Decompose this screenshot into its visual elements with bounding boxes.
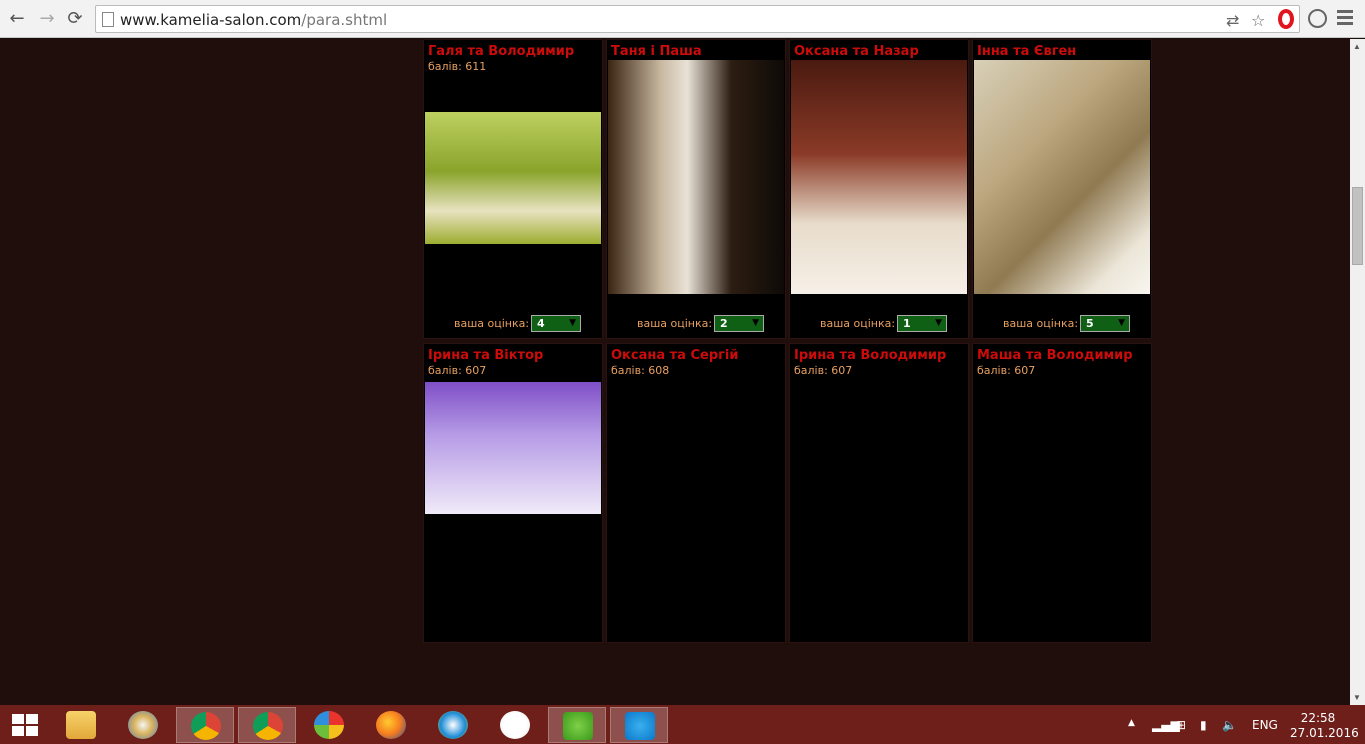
firefox-icon — [376, 711, 406, 739]
couple-card: Маша та Володимир балів: 607 — [972, 343, 1152, 643]
rating-value: 5 — [1086, 317, 1094, 330]
volume-icon[interactable]: 🔈 — [1222, 718, 1237, 732]
clock-time: 22:58 — [1300, 711, 1336, 725]
couple-name[interactable]: Таня і Паша — [611, 44, 702, 59]
bookmark-star-icon[interactable]: ☆ — [1251, 11, 1265, 30]
taskbar-app-yandex[interactable] — [486, 707, 544, 743]
rating-label: ваша оцінка: — [454, 317, 530, 330]
couple-name[interactable]: Інна та Євген — [977, 44, 1076, 59]
taskbar-app-firefox[interactable] — [362, 707, 420, 743]
reload-icon[interactable]: ⟳ — [64, 8, 86, 30]
couple-score: балів: 611 — [428, 60, 487, 73]
couple-photo[interactable] — [608, 60, 784, 294]
taskbar-app-bluestacks[interactable] — [300, 707, 358, 743]
couple-card: Галя та Володимир балів: 611 ваша оцінка: 4… — [423, 39, 603, 339]
rating-select[interactable]: 2 ▼ — [714, 315, 764, 332]
rating-value: 2 — [720, 317, 728, 330]
yandex-icon — [500, 711, 530, 739]
taskbar-app-chrome[interactable] — [238, 707, 296, 743]
input-language[interactable]: ENG — [1252, 718, 1278, 732]
scrollbar-thumb[interactable] — [1352, 187, 1363, 265]
show-hidden-icons-icon[interactable]: ▲ — [1128, 718, 1135, 728]
couple-photo[interactable] — [425, 382, 601, 514]
rating-value: 4 — [537, 317, 545, 330]
scroll-up-icon[interactable]: ▲ — [1353, 42, 1361, 51]
couple-name[interactable]: Маша та Володимир — [977, 348, 1133, 363]
translate-icon[interactable]: ⇄ — [1226, 11, 1239, 30]
couple-card: Оксана та Назарбалів: 615ваша оцінка:1▼ — [789, 39, 969, 339]
system-clock[interactable]: 22:58 27.01.2016 — [1290, 711, 1359, 741]
rating-select[interactable]: 5 ▼ — [1080, 315, 1130, 332]
taskbar-app-chrome[interactable] — [176, 707, 234, 743]
couple-card: Ірина та Віктор балів: 607 — [423, 343, 603, 643]
rating-row: ваша оцінка: 5 ▼ — [973, 315, 1151, 332]
couple-name[interactable]: Оксана та Назар — [794, 44, 919, 59]
taskbar-app-internet-explorer[interactable] — [424, 707, 482, 743]
dropdown-arrow-icon: ▼ — [569, 318, 576, 328]
rating-row: ваша оцінка: 2 ▼ — [607, 315, 785, 332]
couple-score: балів: 607 — [428, 364, 487, 377]
scroll-down-icon[interactable]: ▼ — [1353, 693, 1361, 702]
taskbar-app-file-explorer[interactable] — [52, 707, 110, 743]
chrome-icon — [191, 712, 221, 740]
couple-name[interactable]: Галя та Володимир — [428, 44, 574, 59]
opera-extension-icon[interactable] — [1278, 9, 1294, 29]
internet-explorer-icon — [438, 711, 468, 739]
taskbar-app-utorrent[interactable] — [548, 707, 606, 743]
page-icon — [102, 12, 114, 27]
couple-score: балів: 607 — [794, 364, 853, 377]
rating-label: ваша оцінка: — [1003, 317, 1079, 330]
url-text: www.kamelia-salon.com/para.shtml — [120, 11, 388, 29]
dropdown-arrow-icon: ▼ — [935, 318, 942, 328]
couple-score: балів: 607 — [977, 364, 1036, 377]
file-explorer-icon — [66, 711, 96, 739]
taskbar-app-paint[interactable] — [114, 707, 172, 743]
utorrent-icon — [563, 712, 593, 740]
page-viewport: балів: 734ваша оцінка:0▼балів: 614ваша о… — [0, 39, 1350, 705]
couple-photo[interactable] — [791, 60, 967, 294]
rating-value: 1 — [903, 317, 911, 330]
battery-icon[interactable]: ▮ — [1200, 718, 1207, 732]
couple-name[interactable]: Ірина та Віктор — [428, 348, 543, 363]
couple-name[interactable]: Ірина та Володимир — [794, 348, 946, 363]
back-icon[interactable]: ← — [6, 8, 28, 30]
rating-label: ваша оцінка: — [637, 317, 713, 330]
couple-photo[interactable] — [425, 112, 601, 244]
taskbar-app-skype[interactable] — [610, 707, 668, 743]
couple-photo[interactable] — [974, 60, 1150, 294]
forward-icon[interactable]: → — [36, 8, 58, 30]
rating-row: ваша оцінка: 4 ▼ — [424, 315, 602, 332]
rating-select[interactable]: 1 ▼ — [897, 315, 947, 332]
page-scrollbar[interactable]: ▲ ▼ — [1350, 39, 1365, 705]
clock-date: 27.01.2016 — [1290, 726, 1359, 740]
address-bar[interactable]: www.kamelia-salon.com/para.shtml ⇄ ☆ — [95, 5, 1300, 33]
couple-card: Інна та Євгенбалів: 691ваша оцінка:5▼ — [972, 39, 1152, 339]
skype-icon — [625, 712, 655, 740]
windows-start-icon[interactable] — [12, 714, 38, 736]
bluestacks-icon — [314, 711, 344, 739]
action-center-icon[interactable]: ⊞ — [1176, 718, 1186, 732]
rating-label: ваша оцінка: — [820, 317, 896, 330]
couple-card: Оксана та Сергій балів: 608 — [606, 343, 786, 643]
windows-taskbar: ▲ ▂▄▆ ⊞ ▮ 🔈 ENG 22:58 27.01.2016 — [0, 705, 1365, 744]
dropdown-arrow-icon: ▼ — [752, 318, 759, 328]
dropdown-arrow-icon: ▼ — [1118, 318, 1125, 328]
browser-toolbar: ← → ⟳ www.kamelia-salon.com/para.shtml ⇄… — [0, 0, 1365, 38]
rating-row: ваша оцінка: 1 ▼ — [790, 315, 968, 332]
couple-card: Таня і Пашабалів: 610ваша оцінка:2▼ — [606, 39, 786, 339]
couple-score: балів: 608 — [611, 364, 670, 377]
menu-icon[interactable] — [1337, 10, 1353, 28]
couple-card: Ірина та Володимир балів: 607 — [789, 343, 969, 643]
couple-name[interactable]: Оксана та Сергій — [611, 348, 739, 363]
chrome-icon — [253, 712, 283, 740]
rating-select[interactable]: 4 ▼ — [531, 315, 581, 332]
globe-extension-icon[interactable] — [1308, 9, 1327, 28]
paint-icon — [128, 711, 158, 739]
